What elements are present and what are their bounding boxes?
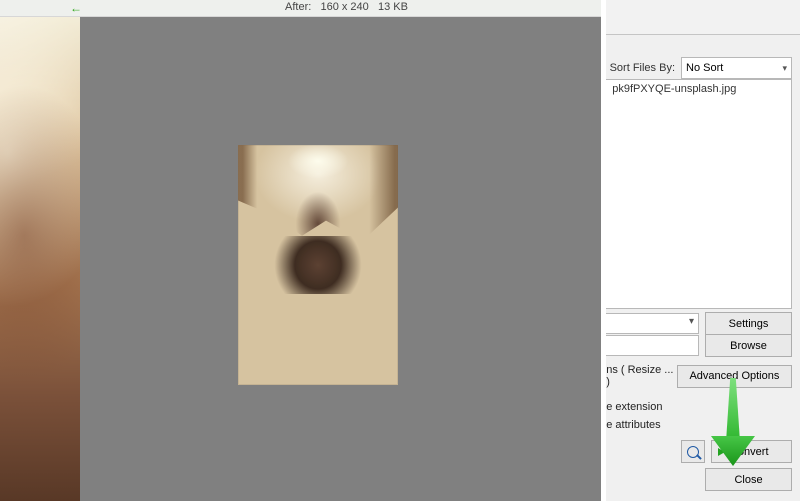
app-root: ← After: 160 x 240 13 KB Sort Files By: … (0, 0, 800, 501)
checkbox-attributes-label[interactable]: e attributes (606, 416, 662, 434)
bottom-buttons: Convert Close (681, 440, 792, 491)
preview-area[interactable] (0, 17, 601, 501)
preview-button[interactable] (681, 440, 705, 463)
convert-label: Convert (730, 446, 769, 458)
file-list-item[interactable]: pk9fPXYQE-unsplash.jpg (612, 83, 736, 95)
convert-row: Convert (681, 440, 792, 463)
options-title: ns ( Resize ... ) (606, 364, 677, 388)
before-thumbnail (0, 17, 80, 501)
output-row: Browse (606, 334, 792, 357)
after-thumbnail (238, 145, 398, 385)
panel-header-strip (606, 0, 800, 35)
after-label: After: (285, 1, 311, 13)
close-button[interactable]: Close (705, 468, 792, 491)
checkbox-labels: e extension e attributes (606, 398, 662, 434)
after-size: 13 KB (378, 1, 408, 13)
browse-button[interactable]: Browse (705, 334, 792, 357)
convert-button[interactable]: Convert (711, 440, 792, 463)
preview-column: ← After: 160 x 240 13 KB (0, 0, 601, 501)
chevron-down-icon: ▾ (782, 63, 787, 74)
checkbox-extension-label[interactable]: e extension (606, 398, 662, 416)
back-arrow-icon[interactable]: ← (70, 2, 82, 14)
sort-label: Sort Files By: (610, 62, 675, 74)
settings-button[interactable]: Settings (705, 312, 792, 335)
play-icon (718, 448, 725, 456)
format-row: Settings (606, 312, 792, 335)
sort-select[interactable]: No Sort ▾ (681, 57, 792, 79)
format-select[interactable] (606, 313, 699, 334)
after-dimensions: 160 x 240 (320, 1, 368, 13)
sort-selected: No Sort (686, 62, 723, 74)
right-panel: Sort Files By: No Sort ▾ pk9fPXYQE-unspl… (601, 0, 800, 501)
preview-topbar: ← After: 160 x 240 13 KB (0, 0, 601, 17)
advanced-options-button[interactable]: Advanced Options (677, 365, 792, 388)
options-row: ns ( Resize ... ) Advanced Options (606, 364, 792, 388)
file-list[interactable]: pk9fPXYQE-unsplash.jpg (606, 79, 792, 309)
output-path-input[interactable] (606, 335, 699, 356)
sort-row: Sort Files By: No Sort ▾ (610, 57, 792, 79)
magnifier-icon (687, 446, 699, 458)
after-info: After: 160 x 240 13 KB (285, 1, 408, 13)
